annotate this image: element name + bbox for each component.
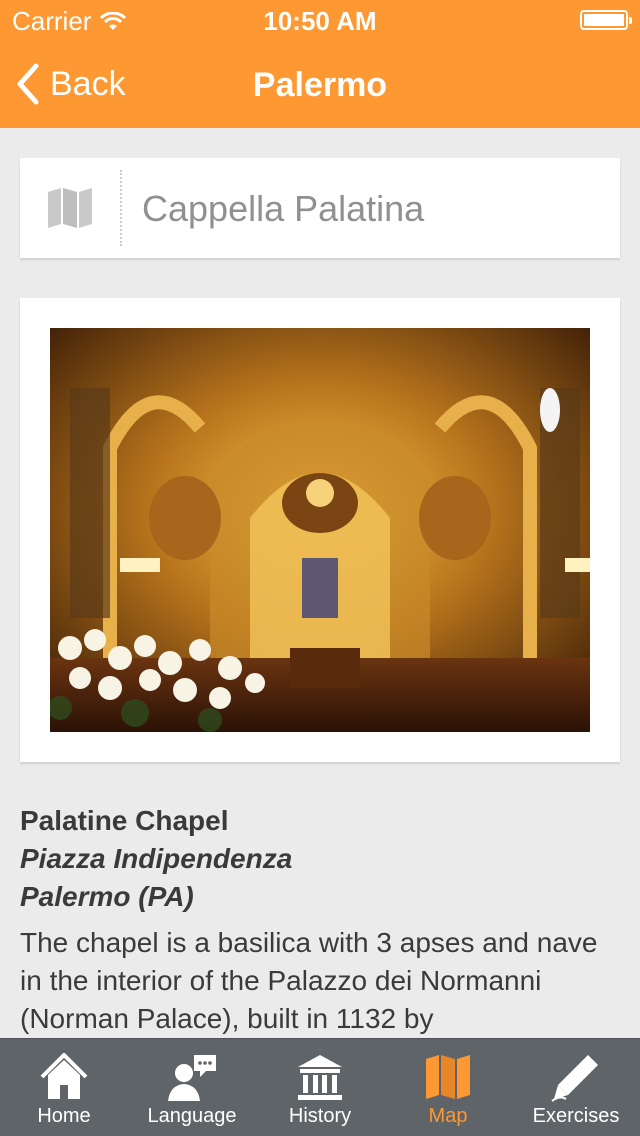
tab-exercises[interactable]: Exercises: [512, 1039, 640, 1136]
home-icon: [40, 1053, 88, 1099]
photo-card: [20, 298, 620, 762]
place-header-card[interactable]: Cappella Palatina: [20, 158, 620, 258]
language-icon: [168, 1055, 216, 1101]
tab-label: Language: [147, 1105, 237, 1127]
tab-history[interactable]: History: [256, 1039, 384, 1136]
page-title: Palermo: [252, 66, 388, 104]
tab-label: Home: [37, 1105, 91, 1127]
tab-label: Exercises: [532, 1105, 620, 1127]
pencil-icon: [551, 1055, 598, 1102]
chapel-illustration: [50, 328, 590, 732]
map-icon: [426, 1055, 470, 1099]
tab-home[interactable]: Home: [0, 1039, 128, 1136]
place-description: The chapel is a basilica with 3 apses an…: [20, 927, 598, 1034]
place-details: Palatine Chapel Piazza Indipendenza Pale…: [20, 802, 620, 1038]
history-icon: [298, 1055, 342, 1100]
place-name: Cappella Palatina: [142, 188, 425, 229]
place-title: Palatine Chapel: [20, 805, 229, 836]
status-bar: Carrier 10:50 AM: [0, 0, 640, 40]
tab-bar: Home Language History Map Exercises: [0, 1038, 640, 1136]
navigation-bar: Back Palermo: [0, 40, 640, 128]
status-time: 10:50 AM: [263, 6, 377, 36]
battery-icon: [580, 10, 632, 30]
chapel-photo: [50, 328, 590, 732]
tab-label: History: [288, 1105, 352, 1127]
tab-language[interactable]: Language: [128, 1039, 256, 1136]
tab-map[interactable]: Map: [384, 1039, 512, 1136]
address-line-2: Palermo (PA): [20, 881, 194, 912]
tab-label: Map: [428, 1105, 468, 1127]
map-icon: [48, 188, 92, 228]
address-line-1: Piazza Indipendenza: [20, 843, 293, 874]
divider: [120, 170, 122, 246]
